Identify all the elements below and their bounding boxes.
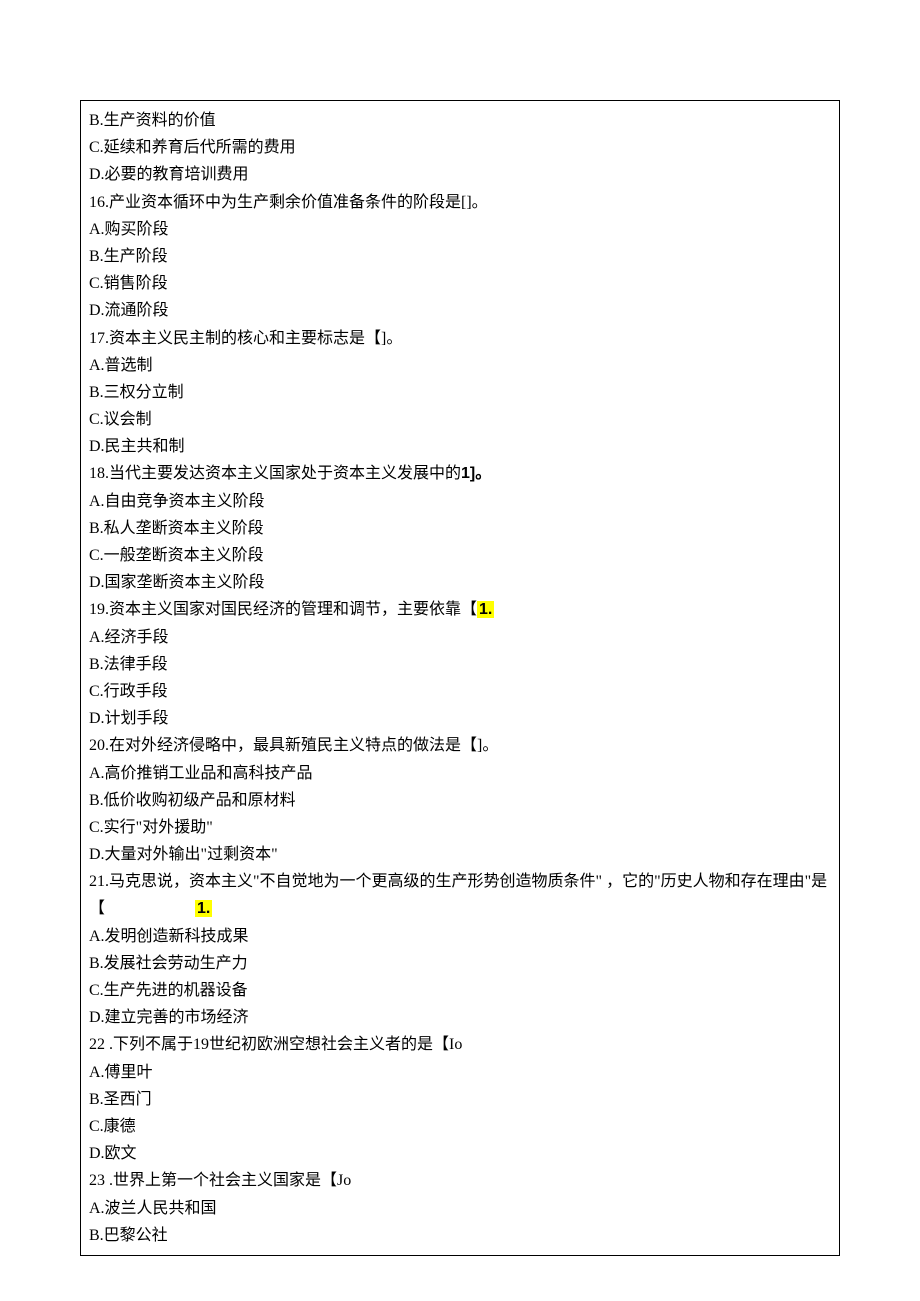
option-text: A.自由竞争资本主义阶段 xyxy=(89,488,831,515)
option-text: C.销售阶段 xyxy=(89,270,831,297)
question-text: 21.马克思说，资本主义"不自觉地为一个更高级的生产形势创造物质条件" ，它的"… xyxy=(89,868,831,922)
option-text: C.一般垄断资本主义阶段 xyxy=(89,542,831,569)
option-text: B.三权分立制 xyxy=(89,379,831,406)
option-text: C.延续和养育后代所需的费用 xyxy=(89,134,831,161)
question-prefix: 18.当代主要发达资本主义国家处于资本主义发展中的 xyxy=(89,465,461,482)
option-text: D.计划手段 xyxy=(89,705,831,732)
question-text: 23 .世界上第一个社会主义国家是【Jo xyxy=(89,1167,831,1194)
question-text: 19.资本主义国家对国民经济的管理和调节，主要依靠【1. xyxy=(89,596,831,623)
question-text: 16.产业资本循环中为生产剩余价值准备条件的阶段是[]。 xyxy=(89,189,831,216)
option-text: D.欧文 xyxy=(89,1140,831,1167)
option-text: B.巴黎公社 xyxy=(89,1222,831,1249)
option-text: B.法律手段 xyxy=(89,651,831,678)
option-text: A.购买阶段 xyxy=(89,216,831,243)
option-text: C.议会制 xyxy=(89,406,831,433)
question-text: 18.当代主要发达资本主义国家处于资本主义发展中的1]。 xyxy=(89,460,831,487)
document-page: B.生产资料的价值 C.延续和养育后代所需的费用 D.必要的教育培训费用 16.… xyxy=(80,100,840,1256)
question-prefix: 19.资本主义国家对国民经济的管理和调节，主要依靠【 xyxy=(89,601,477,618)
option-text: B.圣西门 xyxy=(89,1086,831,1113)
option-text: D.建立完善的市场经济 xyxy=(89,1004,831,1031)
option-text: C.生产先进的机器设备 xyxy=(89,977,831,1004)
highlight-marker: 1. xyxy=(195,900,212,917)
option-text: A.普选制 xyxy=(89,352,831,379)
option-text: A.经济手段 xyxy=(89,624,831,651)
option-text: B.生产资料的价值 xyxy=(89,107,831,134)
question-text: 20.在对外经济侵略中，最具新殖民主义特点的做法是【]。 xyxy=(89,732,831,759)
option-text: C.实行"对外援助" xyxy=(89,814,831,841)
question-suffix: 1]。 xyxy=(461,465,491,482)
option-text: A.傅里叶 xyxy=(89,1059,831,1086)
option-text: D.民主共和制 xyxy=(89,433,831,460)
option-text: D.国家垄断资本主义阶段 xyxy=(89,569,831,596)
option-text: B.发展社会劳动生产力 xyxy=(89,950,831,977)
question-text: 17.资本主义民主制的核心和主要标志是【]。 xyxy=(89,325,831,352)
option-text: B.低价收购初级产品和原材料 xyxy=(89,787,831,814)
option-text: B.生产阶段 xyxy=(89,243,831,270)
option-text: D.必要的教育培训费用 xyxy=(89,161,831,188)
question-text: 22 .下列不属于19世纪初欧洲空想社会主义者的是【Io xyxy=(89,1031,831,1058)
option-text: D.大量对外输出"过剩资本" xyxy=(89,841,831,868)
option-text: A.波兰人民共和国 xyxy=(89,1195,831,1222)
option-text: A.发明创造新科技成果 xyxy=(89,923,831,950)
highlight-marker: 1. xyxy=(477,601,494,618)
option-text: C.行政手段 xyxy=(89,678,831,705)
option-text: B.私人垄断资本主义阶段 xyxy=(89,515,831,542)
option-text: D.流通阶段 xyxy=(89,297,831,324)
option-text: C.康德 xyxy=(89,1113,831,1140)
option-text: A.高价推销工业品和高科技产品 xyxy=(89,760,831,787)
